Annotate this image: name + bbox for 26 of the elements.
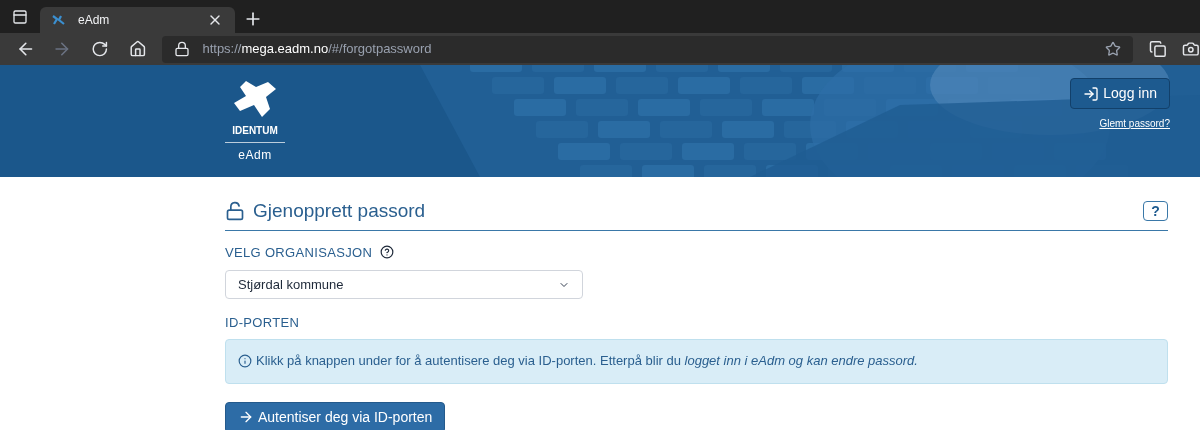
tab-title: eAdm	[78, 12, 111, 29]
favorite-icon[interactable]	[1104, 41, 1121, 57]
address-bar[interactable]: https://mega.eadm.no/#/forgotpassword	[162, 35, 1133, 63]
info-icon	[238, 354, 252, 368]
organization-label: VELG ORGANISASJON	[225, 243, 373, 262]
page-title: Gjenopprett passord	[253, 199, 426, 223]
collections-icon[interactable]	[1148, 40, 1167, 58]
login-icon	[1083, 85, 1100, 102]
unlock-icon	[225, 201, 245, 222]
logo-product: eAdm	[238, 147, 272, 164]
home-icon[interactable]	[128, 40, 147, 58]
camera-icon[interactable]	[1182, 40, 1200, 58]
lock-icon	[174, 41, 191, 57]
logo-brand: IDENTUM	[232, 124, 278, 138]
browser-tab[interactable]: eAdm	[40, 7, 235, 33]
tab-panel-icon[interactable]	[12, 9, 28, 25]
forgot-password-link[interactable]: Glemt passord?	[1099, 116, 1170, 131]
reload-icon[interactable]	[91, 40, 109, 58]
id-porten-label: ID-PORTEN	[225, 314, 301, 332]
login-button[interactable]: Logg inn	[1070, 78, 1170, 109]
authenticate-button[interactable]: Autentiser deg via ID-porten	[225, 401, 446, 430]
help-button[interactable]: ?	[1143, 201, 1168, 222]
url-text: https://mega.eadm.no/#/forgotpassword	[202, 40, 433, 59]
organization-select[interactable]: Stjørdal kommune	[225, 270, 583, 299]
help-icon	[380, 245, 395, 260]
info-text: Klikk på knappen under for å autentisere deg via ID-porten. Etterpå blir du logget inn i eAdm og kan endre passord.	[256, 352, 918, 371]
